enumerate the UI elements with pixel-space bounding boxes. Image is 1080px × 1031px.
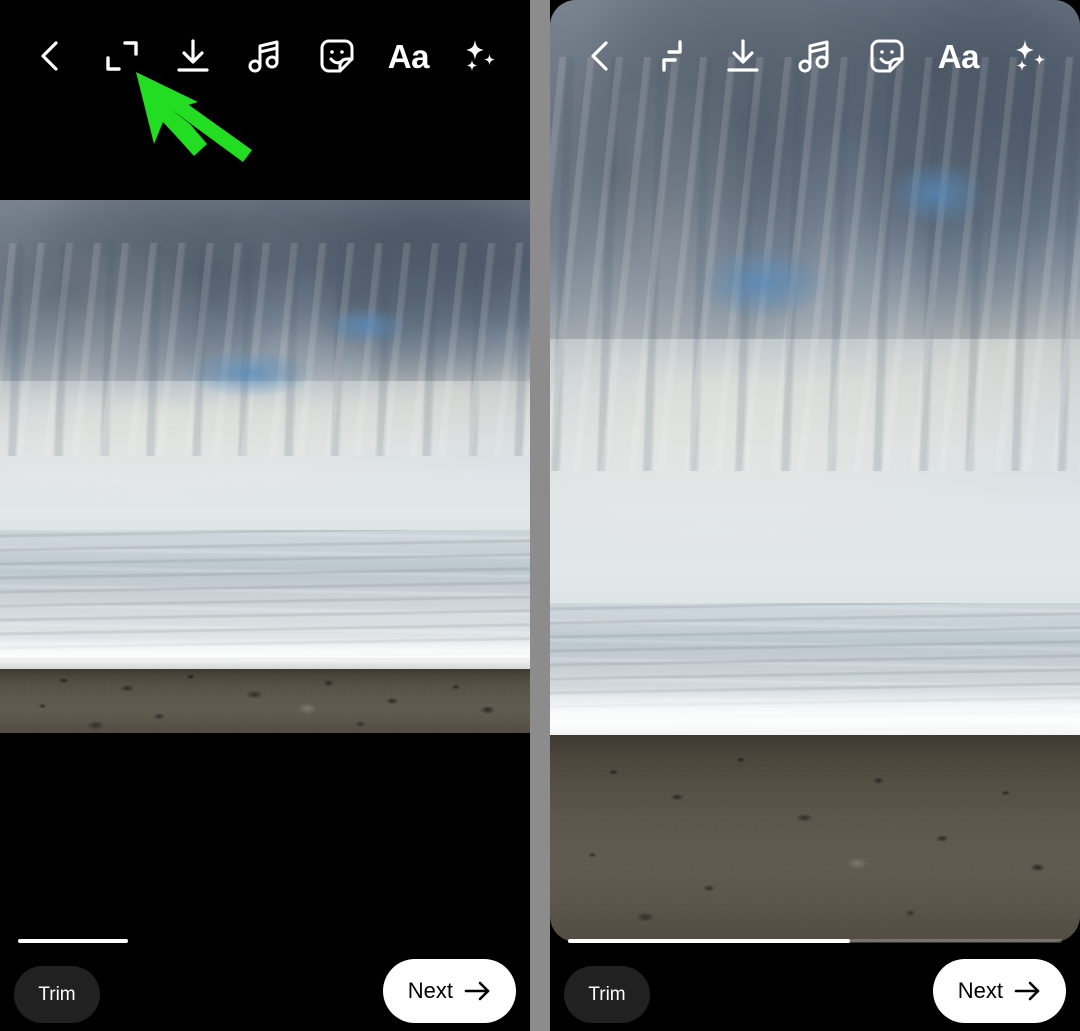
text-icon-label: Aa xyxy=(937,37,980,75)
bottom-bar-after: Trim Next xyxy=(550,939,1080,1031)
collapse-icon[interactable] xyxy=(644,28,700,84)
music-icon[interactable] xyxy=(787,28,843,84)
beach-photo xyxy=(0,200,530,733)
sticker-icon[interactable] xyxy=(859,28,915,84)
comparison-screenshot: Aa Trim Next Aa Trim Next xyxy=(0,0,1080,1031)
toolbar-before: Aa xyxy=(0,28,530,84)
effects-icon[interactable] xyxy=(1002,28,1058,84)
media-preview-before[interactable] xyxy=(0,200,530,733)
effects-icon[interactable] xyxy=(452,28,508,84)
next-button-label: Next xyxy=(957,978,1003,1003)
text-icon[interactable]: Aa xyxy=(380,28,436,84)
scrubber-track-before[interactable] xyxy=(18,939,128,943)
back-icon[interactable] xyxy=(22,28,78,84)
next-button-label: Next xyxy=(407,978,453,1003)
sticker-icon[interactable] xyxy=(309,28,365,84)
arrow-right-icon xyxy=(464,980,491,1002)
next-button[interactable]: Next xyxy=(382,959,516,1023)
text-icon-label: Aa xyxy=(387,37,430,75)
scrubber-fill-after xyxy=(568,939,850,943)
panel-divider xyxy=(530,0,550,1031)
media-preview-after[interactable] xyxy=(550,0,1080,942)
back-icon[interactable] xyxy=(572,28,628,84)
arrow-right-icon xyxy=(1014,980,1041,1002)
toolbar-after: Aa xyxy=(550,28,1080,84)
trim-button[interactable]: Trim xyxy=(564,966,650,1023)
text-icon[interactable]: Aa xyxy=(930,28,986,84)
download-icon[interactable] xyxy=(715,28,771,84)
download-icon[interactable] xyxy=(165,28,221,84)
panel-after: Aa Trim Next xyxy=(550,0,1080,1031)
next-button[interactable]: Next xyxy=(932,959,1066,1023)
bottom-bar-before: Trim Next xyxy=(0,939,530,1031)
music-icon[interactable] xyxy=(237,28,293,84)
panel-before: Aa Trim Next xyxy=(0,0,530,1031)
beach-photo xyxy=(550,0,1080,942)
scrubber-fill-before xyxy=(18,939,128,943)
scrubber-track-after[interactable] xyxy=(568,939,1062,943)
trim-button[interactable]: Trim xyxy=(14,966,100,1023)
expand-icon[interactable] xyxy=(94,28,150,84)
